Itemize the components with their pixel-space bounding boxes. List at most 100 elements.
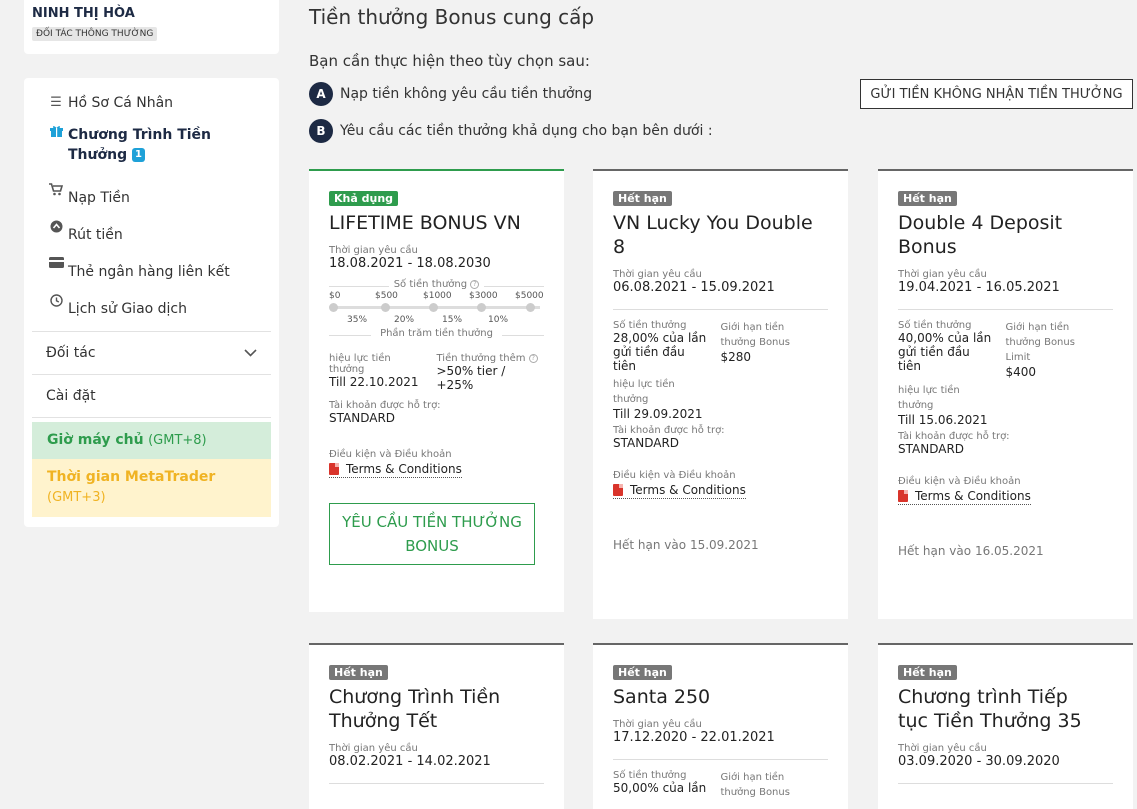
- status-badge: Hết hạn: [898, 191, 957, 206]
- bonus-amount-value: 40,00% của lần gửi tiền đầu tiên: [898, 331, 992, 373]
- supported-accounts-value: STANDARD: [329, 411, 396, 425]
- bonus-count-badge: 1: [131, 148, 145, 162]
- sidebar-item-deposit[interactable]: Nạp Tiền: [24, 183, 279, 220]
- request-time-label: Thời gian yêu cầu: [329, 245, 418, 256]
- request-time-label: Thời gian yêu cầu: [613, 269, 702, 280]
- slider-percent-label: Phần trăm tiền thưởng: [329, 328, 544, 339]
- bonus-details: hiệu lực tiền thưởng Till 22.10.2021 Tiền…: [329, 353, 544, 392]
- slider-percent: 10%: [488, 315, 509, 325]
- expiry-text: Hết hạn vào 15.09.2021: [613, 538, 759, 552]
- request-time-label: Thời gian yêu cầu: [898, 743, 987, 754]
- supported-accounts-value: STANDARD: [898, 442, 965, 456]
- sidebar-item-settings[interactable]: Cài đặt: [24, 375, 279, 417]
- option-a-text: Nạp tiền không yêu cầu tiền thưởng: [340, 86, 593, 102]
- divider: [329, 783, 544, 784]
- request-period: 19.04.2021 - 16.05.2021: [898, 280, 1060, 295]
- sidebar-item-withdraw[interactable]: Rút tiền: [24, 220, 279, 257]
- request-period: 03.09.2020 - 30.09.2020: [898, 754, 1060, 769]
- pdf-icon: [898, 490, 908, 502]
- pdf-icon: [613, 484, 623, 496]
- sidebar-item-label: Cài đặt: [46, 388, 96, 404]
- request-bonus-button[interactable]: YÊU CẦU TIỀN THƯỞNG BONUS: [329, 503, 535, 565]
- card-icon: [46, 257, 66, 268]
- bonus-details: Số tiền thưởng 50,00% của lần Giới hạn t…: [613, 770, 828, 800]
- limit-label: Giới hạn tiền thưởng Bonus: [720, 772, 790, 798]
- sidebar-item-label: Đối tác: [46, 345, 96, 361]
- bonus-amount-label: Số tiền thưởng: [613, 320, 687, 331]
- slider-stop: [477, 303, 486, 312]
- sidebar-item-label: Lịch sử Giao dịch: [68, 301, 188, 317]
- sidebar-item-label: Chương Trình Tiền: [68, 127, 212, 143]
- bonus-card: Hết hạn Double 4 Deposit Bonus Thời gian …: [878, 169, 1133, 619]
- bonus-card: Khả dụng LIFETIME BONUS VN Thời gian yêu…: [309, 169, 564, 612]
- profile-role-badge: ĐỐI TÁC THÔNG THƯỜNG: [32, 27, 158, 41]
- bonus-card: Hết hạn Chương trình Tiếp tục Tiền Thưởng…: [878, 643, 1133, 809]
- sidebar-item-partner[interactable]: Đối tác: [24, 332, 279, 374]
- gift-icon: [46, 125, 66, 138]
- bonus-card: Hết hạn VN Lucky You Double 8 Thời gian y…: [593, 169, 848, 619]
- profile-name: NINH THỊ HÒA: [32, 6, 135, 21]
- limit-label: Giới hạn tiền thưởng Bonus Limit: [1005, 322, 1075, 363]
- sidebar-item-history[interactable]: Lịch sử Giao dịch: [24, 294, 279, 331]
- sidebar-item-profile[interactable]: ☰ Hồ Sơ Cá Nhân: [24, 88, 279, 125]
- server-time-zone: (GMT+8): [148, 433, 207, 448]
- supported-accounts-label: Tài khoản được hỗ trợ:: [613, 425, 725, 436]
- sidebar-item-bank-cards[interactable]: Thẻ ngân hàng liên kết: [24, 257, 279, 294]
- pdf-icon: [329, 463, 339, 475]
- menu-icon: ☰: [50, 95, 62, 110]
- terms-label: Điều kiện và Điều khoản: [613, 470, 736, 481]
- divider: [613, 309, 828, 310]
- bonus-details: Số tiền thưởng 40,00% của lần gửi tiền đầ…: [898, 320, 1113, 379]
- terms-link[interactable]: Terms & Conditions: [329, 462, 462, 478]
- bonus-title: Double 4 Deposit Bonus: [898, 212, 1063, 258]
- bonus-title: VN Lucky You Double 8: [613, 212, 813, 258]
- sidebar-item-bonus[interactable]: Chương Trình Tiền Thưởng 1: [24, 125, 279, 183]
- request-period: 06.08.2021 - 15.09.2021: [613, 280, 775, 295]
- metatrader-time-zone: (GMT+3): [47, 490, 106, 505]
- slider-amount: $5000: [515, 291, 544, 301]
- withdraw-icon: [46, 220, 66, 233]
- bonus-title: LIFETIME BONUS VN: [329, 212, 521, 234]
- supported-accounts-label: Tài khoản được hỗ trợ:: [898, 431, 1010, 442]
- divider: [898, 309, 1113, 310]
- bonus-tier-slider: Số tiền thưởng ? $0 $500 $1000 $3000 $50…: [329, 279, 544, 341]
- deposit-without-bonus-button[interactable]: GỬI TIỀN KHÔNG NHẬN TIỀN THƯỞNG: [860, 79, 1133, 109]
- option-b-text: Yêu cầu các tiền thưởng khả dụng cho bạn…: [340, 123, 713, 139]
- bonus-amount-label: Số tiền thưởng: [613, 770, 687, 781]
- slider-amount-label: Số tiền thưởng ?: [329, 279, 544, 290]
- status-badge: Hết hạn: [613, 191, 672, 206]
- bonus-amount-value: 28,00% của lần gửi tiền đầu tiên: [613, 331, 707, 373]
- request-time-label: Thời gian yêu cầu: [329, 743, 418, 754]
- expiry-text: Hết hạn vào 16.05.2021: [898, 544, 1044, 558]
- terms-link[interactable]: Terms & Conditions: [898, 489, 1031, 505]
- metatrader-time-box: Thời gian MetaTrader (GMT+3): [32, 459, 271, 517]
- validity-value: Till 15.06.2021: [898, 413, 988, 427]
- limit-value: $280: [720, 350, 752, 364]
- bonus-details: Số tiền thưởng 28,00% của lần gửi tiền đầ…: [613, 320, 828, 373]
- request-period: 18.08.2021 - 18.08.2030: [329, 256, 491, 271]
- request-time-label: Thời gian yêu cầu: [613, 719, 702, 730]
- bonus-title: Chương trình Tiếp tục Tiền Thưởng 35: [898, 686, 1082, 732]
- divider: [613, 759, 828, 760]
- server-time-label: Giờ máy chủ: [47, 432, 144, 448]
- bonus-amount-label: Số tiền thưởng: [898, 320, 972, 331]
- divider: [32, 417, 271, 418]
- page-title: Tiền thưởng Bonus cung cấp: [309, 5, 595, 29]
- slider-stop: [429, 303, 438, 312]
- terms-link[interactable]: Terms & Conditions: [613, 483, 746, 499]
- bonus-card: Hết hạn Chương Trình Tiền Thưởng Tết Thời…: [309, 643, 564, 809]
- clock-icon: [46, 294, 66, 307]
- slider-stop: [329, 303, 338, 312]
- sidebar-item-label: Thẻ ngân hàng liên kết: [68, 264, 230, 280]
- supported-accounts-label: Tài khoản được hỗ trợ:: [329, 400, 441, 411]
- request-time-label: Thời gian yêu cầu: [898, 269, 987, 280]
- chevron-down-icon: [244, 345, 257, 361]
- extra-bonus-label: Tiền thưởng thêm ?: [437, 353, 545, 364]
- metatrader-time-label: Thời gian MetaTrader: [47, 469, 216, 485]
- slider-amount: $500: [375, 291, 398, 301]
- question-icon: ?: [528, 353, 538, 363]
- extra-bonus-value: >50% tier / +25%: [436, 364, 506, 392]
- slider-percent: 15%: [442, 315, 463, 325]
- limit-label: Giới hạn tiền thưởng Bonus: [720, 322, 790, 348]
- cart-icon: [46, 183, 66, 196]
